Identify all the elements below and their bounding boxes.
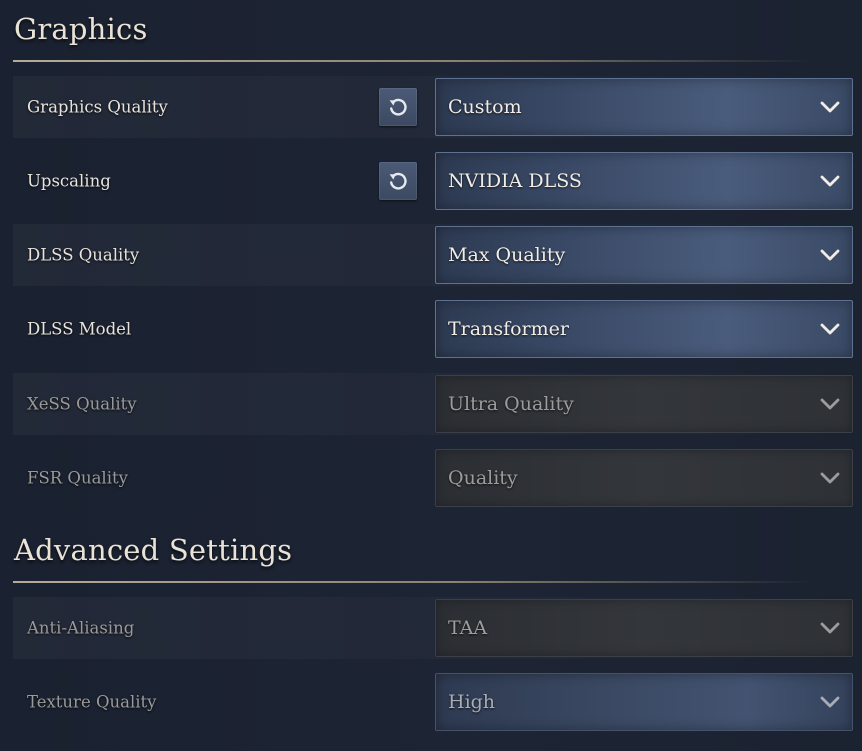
setting-row-xess-quality: XeSS Quality Ultra Quality (13, 373, 862, 435)
reset-button[interactable] (379, 162, 417, 200)
dropdown-value: Custom (448, 96, 522, 118)
dropdown-value: Transformer (448, 318, 569, 340)
chevron-down-icon (820, 622, 840, 634)
chevron-down-icon (820, 398, 840, 410)
chevron-down-icon (820, 472, 840, 484)
setting-row-dlss-model: DLSS Model Transformer (13, 298, 862, 360)
dropdown-value: Ultra Quality (448, 393, 574, 415)
dropdown-value: NVIDIA DLSS (448, 170, 582, 192)
setting-row-dlss-quality: DLSS Quality Max Quality (13, 224, 862, 286)
anti-aliasing-dropdown: TAA (435, 599, 853, 657)
section-divider (13, 581, 813, 583)
setting-label: DLSS Quality (27, 245, 140, 265)
reset-button[interactable] (379, 88, 417, 126)
setting-row-graphics-quality: Graphics Quality Custom (13, 76, 862, 138)
chevron-down-icon (820, 696, 840, 708)
dropdown-value: TAA (448, 617, 488, 639)
xess-quality-dropdown: Ultra Quality (435, 375, 853, 433)
settings-panel: Graphics Graphics Quality Custom Upscali… (0, 0, 862, 751)
graphics-quality-dropdown[interactable]: Custom (435, 78, 853, 136)
section-title-graphics: Graphics (14, 12, 148, 46)
dlss-quality-dropdown[interactable]: Max Quality (435, 226, 853, 284)
texture-quality-dropdown[interactable]: High (435, 673, 853, 731)
chevron-down-icon (820, 249, 840, 261)
section-divider (13, 60, 813, 62)
setting-row-upscaling: Upscaling NVIDIA DLSS (13, 150, 862, 212)
chevron-down-icon (820, 101, 840, 113)
setting-label: Anti-Aliasing (27, 618, 135, 638)
setting-label: XeSS Quality (27, 394, 137, 414)
setting-label: Graphics Quality (27, 97, 168, 117)
chevron-down-icon (820, 175, 840, 187)
setting-row-texture-quality: Texture Quality High (13, 671, 862, 733)
fsr-quality-dropdown: Quality (435, 449, 853, 507)
reset-icon (389, 98, 407, 116)
section-title-advanced-settings: Advanced Settings (14, 533, 293, 567)
dropdown-value: High (448, 691, 496, 713)
reset-icon (389, 172, 407, 190)
setting-label: FSR Quality (27, 468, 128, 488)
setting-label: DLSS Model (27, 319, 132, 339)
setting-label: Upscaling (27, 171, 111, 191)
dlss-model-dropdown[interactable]: Transformer (435, 300, 853, 358)
setting-label: Texture Quality (27, 692, 157, 712)
chevron-down-icon (820, 323, 840, 335)
setting-row-anti-aliasing: Anti-Aliasing TAA (13, 597, 862, 659)
setting-row-fsr-quality: FSR Quality Quality (13, 447, 862, 509)
dropdown-value: Quality (448, 467, 518, 489)
dropdown-value: Max Quality (448, 244, 566, 266)
upscaling-dropdown[interactable]: NVIDIA DLSS (435, 152, 853, 210)
